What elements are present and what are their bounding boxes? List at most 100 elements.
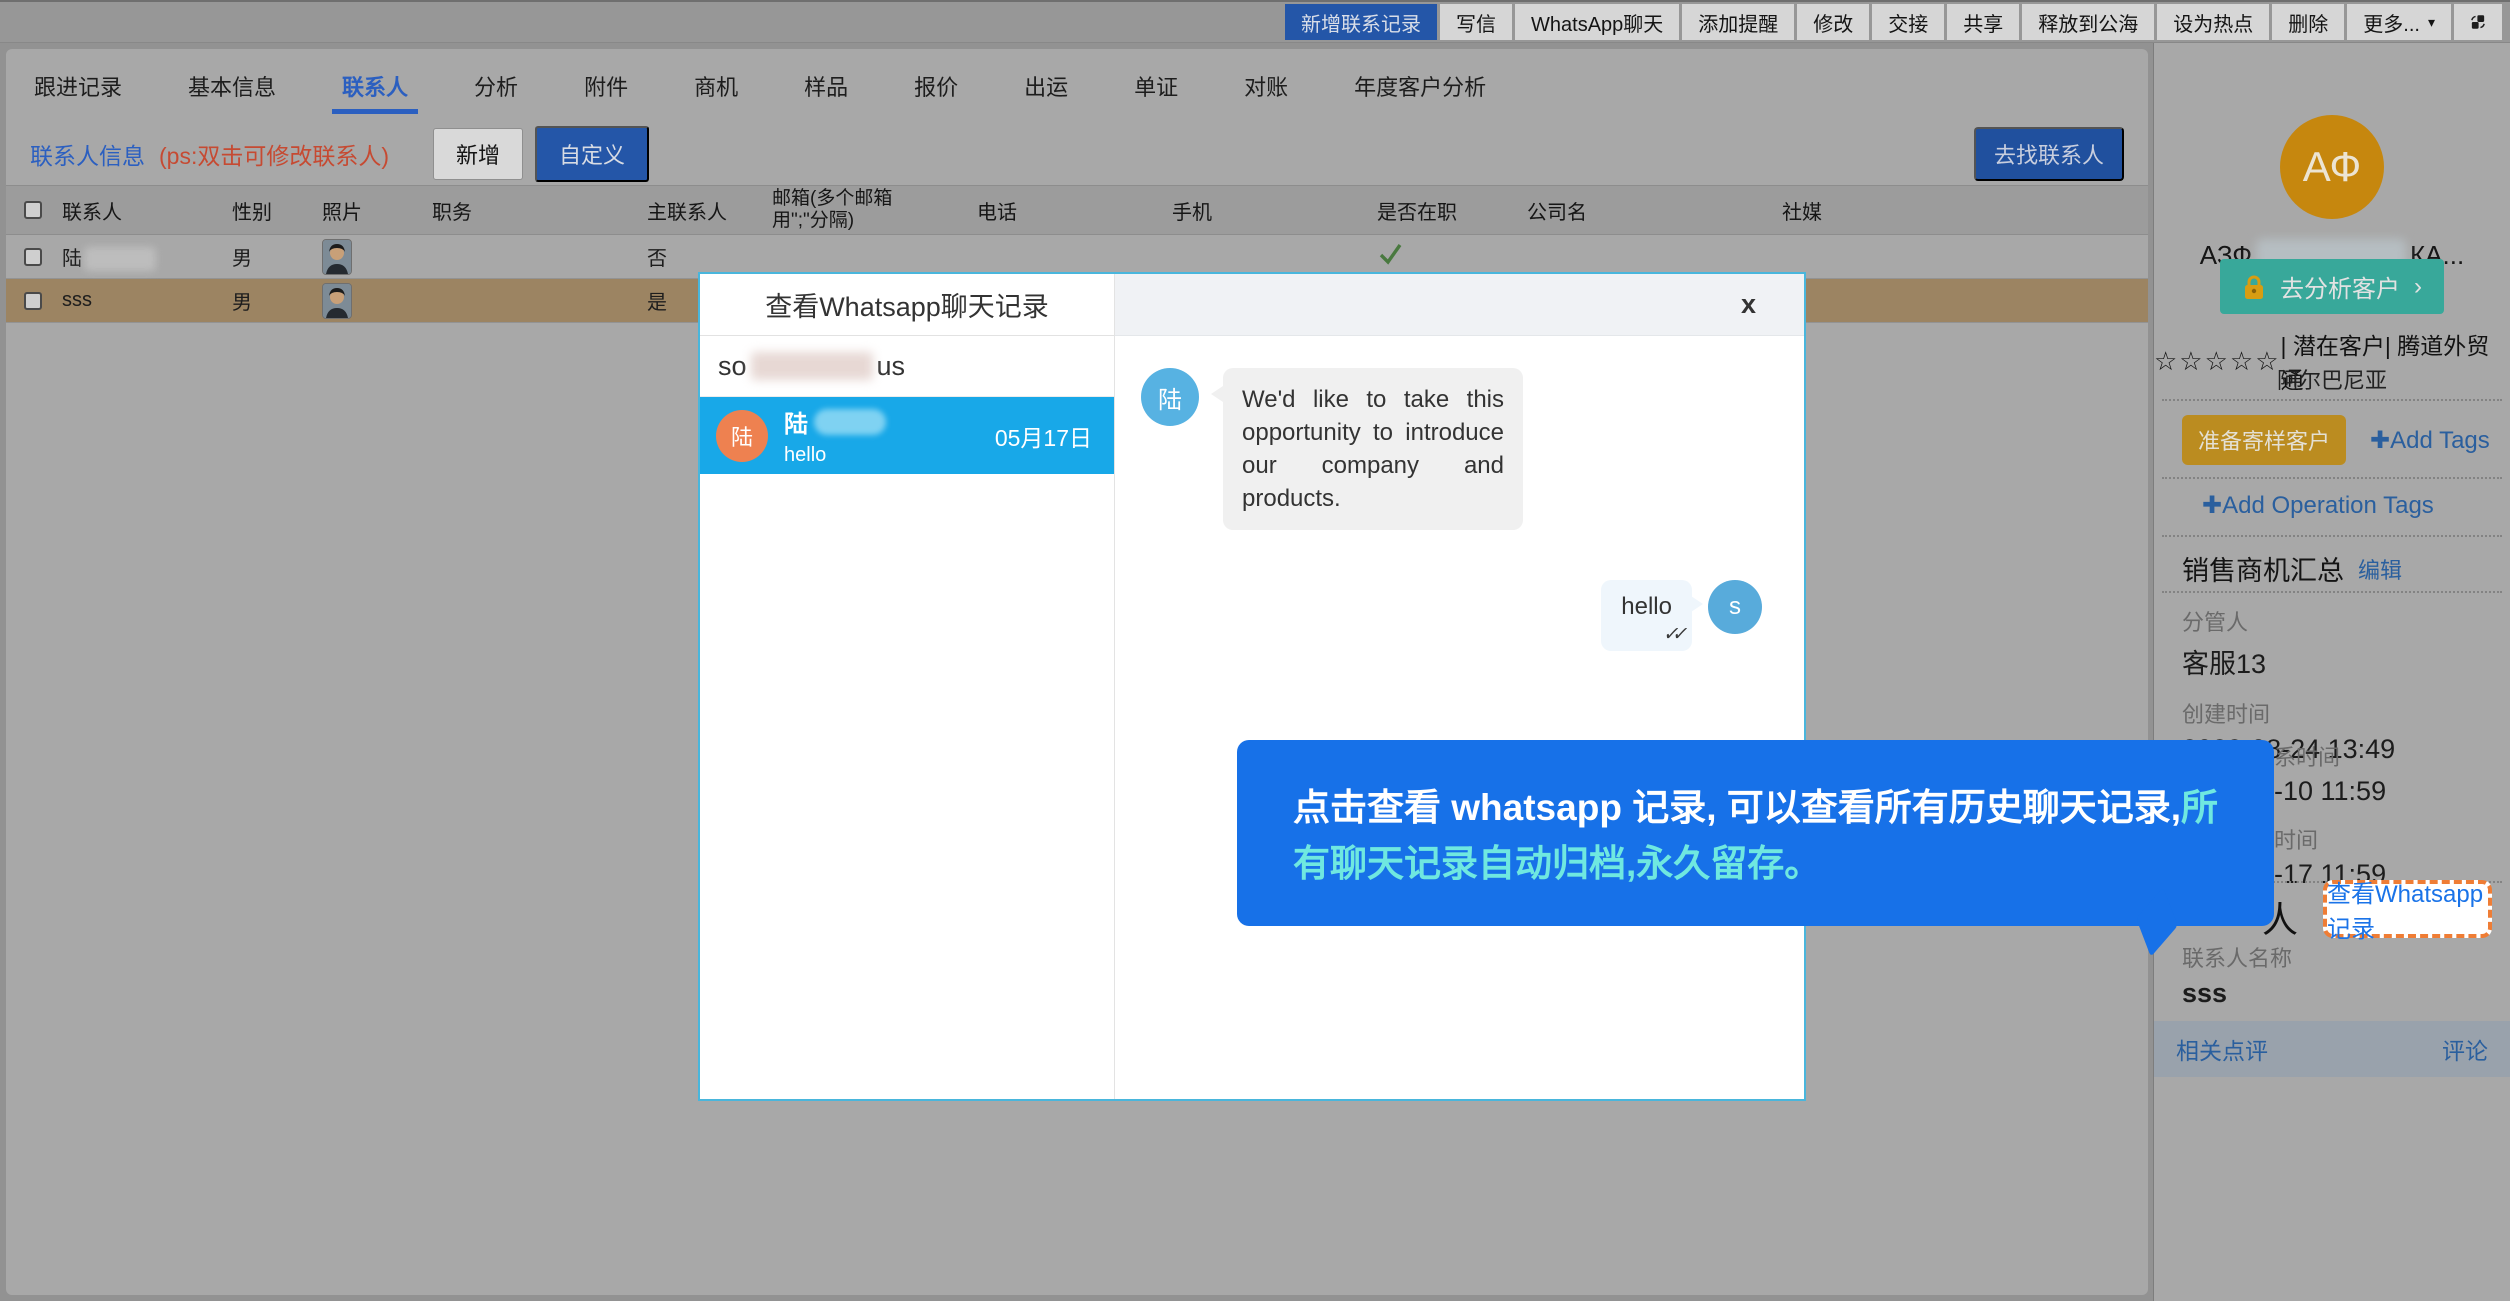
review-bar: 相关点评 评论 (2154, 1021, 2510, 1077)
whatsapp-chat-button[interactable]: WhatsApp聊天 (1515, 4, 1679, 40)
contact-toolbar: 联系人信息 (ps:双击可修改联系人) 新增 自定义 去找联系人 (6, 123, 2148, 185)
divider (2162, 591, 2502, 593)
redacted-search-blur (751, 352, 873, 380)
col-gender: 性别 (232, 196, 322, 225)
add-tags-link[interactable]: ✚Add Tags (2370, 426, 2490, 455)
write-email-button[interactable]: 写信 (1440, 4, 1512, 40)
employed-cell (1377, 241, 1527, 273)
redacted-contact-blur (814, 409, 886, 435)
customer-avatar: АФ (2280, 115, 2384, 219)
add-operation-tags-link[interactable]: ✚Add Operation Tags (2202, 492, 2434, 519)
release-to-public-button[interactable]: 释放到公海 (2022, 4, 2154, 40)
col-mobile: 手机 (1172, 196, 1377, 225)
modify-button[interactable]: 修改 (1797, 4, 1869, 40)
incoming-bubble: We'd like to take this opportunity to in… (1223, 368, 1523, 530)
row-checkbox[interactable] (24, 248, 42, 266)
customer-country: 阿尔巴尼亚 (2154, 363, 2510, 395)
divider (2162, 477, 2502, 479)
col-social: 社媒 (1782, 196, 2148, 225)
tab-analysis[interactable]: 分析 (472, 52, 520, 120)
customer-summary-sidebar: АФ АЗФ КА... 去分析客户 › ☆☆☆☆☆ | 潜在客户| 腾道外贸通… (2153, 43, 2510, 1301)
top-action-bar: 新增联系记录 写信 WhatsApp聊天 添加提醒 修改 交接 共享 释放到公海… (0, 0, 2510, 43)
delete-button[interactable]: 删除 (2272, 4, 2344, 40)
tooltip-text: 点击查看 whatsapp 记录, 可以查看所有历史聊天记录, (1293, 787, 2181, 828)
customize-columns-button[interactable]: 自定义 (535, 126, 649, 182)
contact-edit-note: (ps:双击可修改联系人) (159, 137, 389, 171)
col-title: 职务 (432, 196, 647, 225)
tab-follow-up[interactable]: 跟进记录 (32, 52, 124, 120)
chat-panel: x 陆 We'd like to take this opportunity t… (1115, 274, 1804, 1099)
add-contact-button[interactable]: 新增 (433, 128, 523, 180)
more-button-label: 更多... (2363, 8, 2420, 37)
tab-samples[interactable]: 样品 (802, 52, 850, 120)
tab-quotes[interactable]: 报价 (912, 52, 960, 120)
manager-value: 客服13 (2182, 642, 2510, 681)
find-contacts-button[interactable]: 去找联系人 (1974, 127, 2124, 181)
contact-name-value: sss (2182, 978, 2510, 1009)
set-hotspot-button[interactable]: 设为热点 (2157, 4, 2269, 40)
contact-name-cell: sss (62, 289, 232, 312)
conversation-list-item[interactable]: 陆 陆 hello 05月17日 (700, 397, 1114, 474)
chat-panel-header: x (1115, 274, 1804, 336)
conversation-meta: 陆 hello (784, 404, 995, 467)
customer-tag[interactable]: 准备寄样客户 (2182, 415, 2346, 465)
row-checkbox[interactable] (24, 292, 42, 310)
edit-link[interactable]: 编辑 (2358, 553, 2402, 585)
search-text-prefix: so (718, 351, 747, 382)
gender-cell: 男 (232, 286, 322, 315)
next-time-label-fragment: 时间 (2274, 823, 2386, 855)
add-reminder-button[interactable]: 添加提醒 (1682, 4, 1794, 40)
tab-shipments[interactable]: 出运 (1022, 52, 1070, 120)
switch-window-button[interactable] (2454, 4, 2502, 40)
tab-annual-analysis[interactable]: 年度客户分析 (1352, 52, 1488, 120)
incoming-avatar: 陆 (1141, 368, 1199, 426)
conversation-avatar: 陆 (716, 410, 768, 462)
sales-opportunity-title: 销售商机汇总 (2182, 549, 2344, 588)
coachmark-tooltip: 点击查看 whatsapp 记录, 可以查看所有历史聊天记录,所有聊天记录自动归… (1237, 740, 2274, 926)
tab-contacts[interactable]: 联系人 (340, 52, 410, 120)
incoming-message: 陆 We'd like to take this opportunity to … (1141, 368, 1778, 530)
view-whatsapp-records-button[interactable]: 查看Whatsapp记录 (2323, 880, 2492, 938)
tab-basic-info[interactable]: 基本信息 (186, 52, 278, 120)
modal-title: 查看Whatsapp聊天记录 (700, 274, 1114, 336)
contact-name-cell: 陆 (62, 242, 232, 272)
photo-cell (322, 239, 432, 275)
handover-button[interactable]: 交接 (1872, 4, 1944, 40)
close-icon[interactable]: x (1741, 291, 1756, 318)
col-employed: 是否在职 (1377, 196, 1527, 225)
divider (2162, 399, 2502, 401)
add-contact-record-button[interactable]: 新增联系记录 (1285, 4, 1437, 40)
contact-info-title: 联系人信息 (30, 137, 145, 171)
manager-label: 分管人 (2182, 605, 2510, 637)
contact-photo (322, 283, 352, 319)
more-button[interactable]: 更多... ▾ (2347, 4, 2451, 40)
partially-covered-times: 系时间 -10 11:59 时间 -17 11:59 (2274, 740, 2386, 890)
search-text-suffix: us (877, 351, 906, 382)
photo-cell (322, 283, 432, 319)
tab-opportunities[interactable]: 商机 (692, 52, 740, 120)
conversation-search-input[interactable]: so us (700, 336, 1114, 397)
divider (2162, 535, 2502, 537)
comment-link[interactable]: 评论 (2442, 1032, 2488, 1066)
contact-name-label: 联系人名称 (2182, 941, 2510, 973)
chevron-right-icon: › (2414, 273, 2422, 301)
detail-tabs: 跟进记录 基本信息 联系人 分析 附件 商机 样品 报价 出运 单证 对账 年度… (6, 49, 2148, 123)
switch-window-icon (2470, 9, 2486, 35)
share-button[interactable]: 共享 (1947, 4, 2019, 40)
conversation-list-panel: 查看Whatsapp聊天记录 so us 陆 陆 hello 05月17日 (700, 274, 1115, 1099)
tab-reconciliation[interactable]: 对账 (1242, 52, 1290, 120)
tab-documents[interactable]: 单证 (1132, 52, 1180, 120)
select-all-checkbox[interactable] (24, 201, 42, 219)
analyze-customer-label: 去分析客户 (2280, 269, 2400, 304)
outgoing-message: hello ✓✓ s (1141, 580, 1778, 651)
col-main-contact: 主联系人 (647, 196, 772, 225)
analyze-customer-button[interactable]: 去分析客户 › (2220, 259, 2444, 314)
chat-messages-area[interactable]: 陆 We'd like to take this opportunity to … (1115, 336, 1804, 1099)
contact-time-value-fragment: -10 11:59 (2274, 776, 2386, 807)
created-time-label: 创建时间 (2182, 697, 2510, 729)
contact-time-label-fragment: 系时间 (2274, 740, 2386, 772)
tab-attachments[interactable]: 附件 (582, 52, 630, 120)
conversation-name: 陆 (784, 404, 995, 439)
main-contact-cell: 否 (647, 242, 772, 271)
outgoing-avatar: s (1708, 580, 1762, 634)
